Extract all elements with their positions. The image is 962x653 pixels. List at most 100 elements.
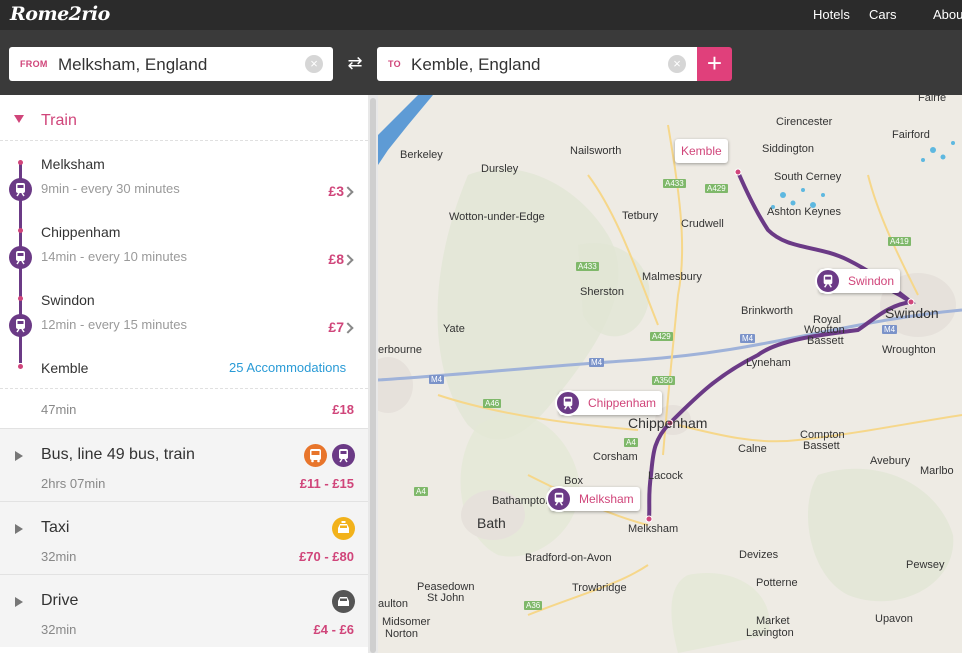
top-nav: Rome2rio Hotels Cars Abou bbox=[0, 0, 962, 30]
station-callout-swindon[interactable]: Swindon bbox=[815, 268, 901, 294]
to-clear-icon[interactable]: × bbox=[668, 55, 686, 73]
road-shield: A4 bbox=[414, 487, 428, 496]
road-shield: M4 bbox=[589, 358, 605, 367]
expand-triangle-icon[interactable] bbox=[15, 451, 23, 461]
place-label: Berkeley bbox=[400, 149, 443, 161]
place-label: Marlbo bbox=[920, 465, 954, 477]
option-price: £70 - £80 bbox=[299, 549, 354, 564]
road-shield: A433 bbox=[663, 179, 686, 188]
place-label: Bradford-on-Avon bbox=[525, 552, 612, 564]
nav-cars[interactable]: Cars bbox=[869, 7, 896, 22]
place-label: aulton bbox=[378, 598, 408, 610]
place-label: Corsham bbox=[593, 451, 638, 463]
logo[interactable]: Rome2rio bbox=[10, 3, 110, 25]
place-label: Bassett bbox=[807, 335, 844, 347]
place-label: Crudwell bbox=[681, 218, 724, 230]
road-shield: A433 bbox=[576, 262, 599, 271]
station-callout-kemble[interactable]: Kemble bbox=[675, 139, 728, 163]
callout-label: Swindon bbox=[848, 274, 895, 288]
add-destination-button[interactable]: + bbox=[697, 47, 732, 81]
place-label: Melksham bbox=[628, 523, 679, 535]
route-option-bus[interactable]: Bus, line 49 bus, train 2hrs 07min £11 -… bbox=[0, 428, 368, 501]
chevron-right-icon[interactable] bbox=[342, 322, 354, 334]
option-duration: 32min bbox=[41, 622, 77, 637]
train-icon bbox=[9, 314, 32, 337]
option-price: £11 - £15 bbox=[299, 476, 354, 491]
place-label: Brinkworth bbox=[741, 305, 793, 317]
route-dot bbox=[18, 364, 23, 369]
place-label: Lyneham bbox=[746, 357, 791, 369]
train-icon bbox=[555, 390, 581, 416]
train-icon bbox=[546, 486, 572, 512]
road-shield: A429 bbox=[650, 332, 673, 341]
from-field[interactable]: FROM Melksham, England × bbox=[9, 47, 333, 81]
place-label: Sherston bbox=[580, 286, 625, 298]
stop-name-kemble: Kemble bbox=[41, 360, 89, 376]
place-label: South Cerney bbox=[774, 171, 842, 183]
nav-about[interactable]: Abou bbox=[933, 7, 962, 22]
train-icon bbox=[815, 268, 841, 294]
bus-icon bbox=[304, 444, 327, 467]
place-label: Malmesbury bbox=[642, 271, 702, 283]
road-shield: M4 bbox=[429, 375, 445, 384]
train-route-title[interactable]: Train bbox=[41, 112, 77, 130]
expand-triangle-icon[interactable] bbox=[15, 524, 23, 534]
route-option-drive[interactable]: Drive 32min £4 - £6 bbox=[0, 574, 368, 647]
option-title[interactable]: Taxi bbox=[41, 519, 69, 537]
from-clear-icon[interactable]: × bbox=[305, 55, 323, 73]
place-label: Pewsey bbox=[906, 559, 945, 571]
expand-triangle-icon[interactable] bbox=[15, 597, 23, 607]
from-input[interactable]: Melksham, England bbox=[58, 55, 207, 75]
place-label: Tetbury bbox=[622, 210, 659, 222]
segment-info[interactable]: 9min - every 30 minutes bbox=[41, 181, 180, 196]
option-duration: 32min bbox=[41, 549, 77, 564]
place-label: erbourne bbox=[378, 344, 423, 356]
train-route-header[interactable]: Train bbox=[0, 95, 368, 141]
stop-name-swindon: Swindon bbox=[41, 292, 95, 308]
station-callout-melksham[interactable]: Melksham bbox=[546, 486, 640, 512]
place-label: Norton bbox=[385, 628, 419, 640]
panel-scrollbar-thumb[interactable] bbox=[370, 98, 376, 653]
train-icon bbox=[332, 444, 355, 467]
nav-hotels[interactable]: Hotels bbox=[813, 7, 850, 22]
place-label: Midsomer bbox=[382, 616, 431, 628]
place-label: Fairford bbox=[892, 129, 930, 141]
place-label: Bath bbox=[477, 515, 506, 531]
collapse-triangle-icon[interactable] bbox=[14, 115, 24, 123]
stop-name-melksham: Melksham bbox=[41, 156, 105, 172]
chevron-right-icon[interactable] bbox=[342, 254, 354, 266]
place-label: Yate bbox=[443, 323, 465, 335]
option-title[interactable]: Drive bbox=[41, 592, 78, 610]
route-dot bbox=[18, 296, 23, 301]
station-callout-chippenham[interactable]: Chippenham bbox=[555, 390, 663, 416]
road-shield: M4 bbox=[882, 325, 898, 334]
road-shield: A429 bbox=[705, 184, 728, 193]
map[interactable]: Cirencester Fairford Siddington Berkeley… bbox=[378, 95, 962, 653]
place-label: Devizes bbox=[739, 549, 779, 561]
route-option-taxi[interactable]: Taxi 32min £70 - £80 bbox=[0, 501, 368, 574]
results-panel: Train Melksham 9min - every 30 minutes £… bbox=[0, 95, 378, 653]
swap-icon[interactable]: ⇄ bbox=[344, 52, 366, 74]
option-title[interactable]: Bus, line 49 bus, train bbox=[41, 446, 195, 464]
segment-info[interactable]: 12min - every 15 minutes bbox=[41, 317, 187, 332]
from-tag: FROM bbox=[20, 59, 48, 69]
place-label: Wroughton bbox=[882, 344, 936, 356]
road-shield: A36 bbox=[524, 601, 543, 610]
place-label: Cirencester bbox=[776, 116, 833, 128]
route-dot bbox=[18, 228, 23, 233]
road-shield: M4 bbox=[740, 334, 756, 343]
taxi-icon bbox=[332, 517, 355, 540]
option-price: £4 - £6 bbox=[313, 622, 354, 637]
segment-info[interactable]: 14min - every 10 minutes bbox=[41, 249, 187, 264]
accommodations-link[interactable]: 25 Accommodations bbox=[229, 360, 346, 375]
chevron-right-icon[interactable] bbox=[342, 186, 354, 198]
place-label: Siddington bbox=[762, 143, 814, 155]
to-input[interactable]: Kemble, England bbox=[411, 55, 540, 75]
to-field[interactable]: TO Kemble, England × bbox=[377, 47, 697, 81]
option-duration: 2hrs 07min bbox=[41, 476, 106, 491]
to-tag: TO bbox=[388, 59, 401, 69]
train-total-row: 47min £18 bbox=[0, 388, 368, 428]
total-duration: 47min bbox=[41, 402, 77, 417]
place-label: Nailsworth bbox=[570, 145, 622, 157]
place-label: St John bbox=[427, 592, 465, 604]
